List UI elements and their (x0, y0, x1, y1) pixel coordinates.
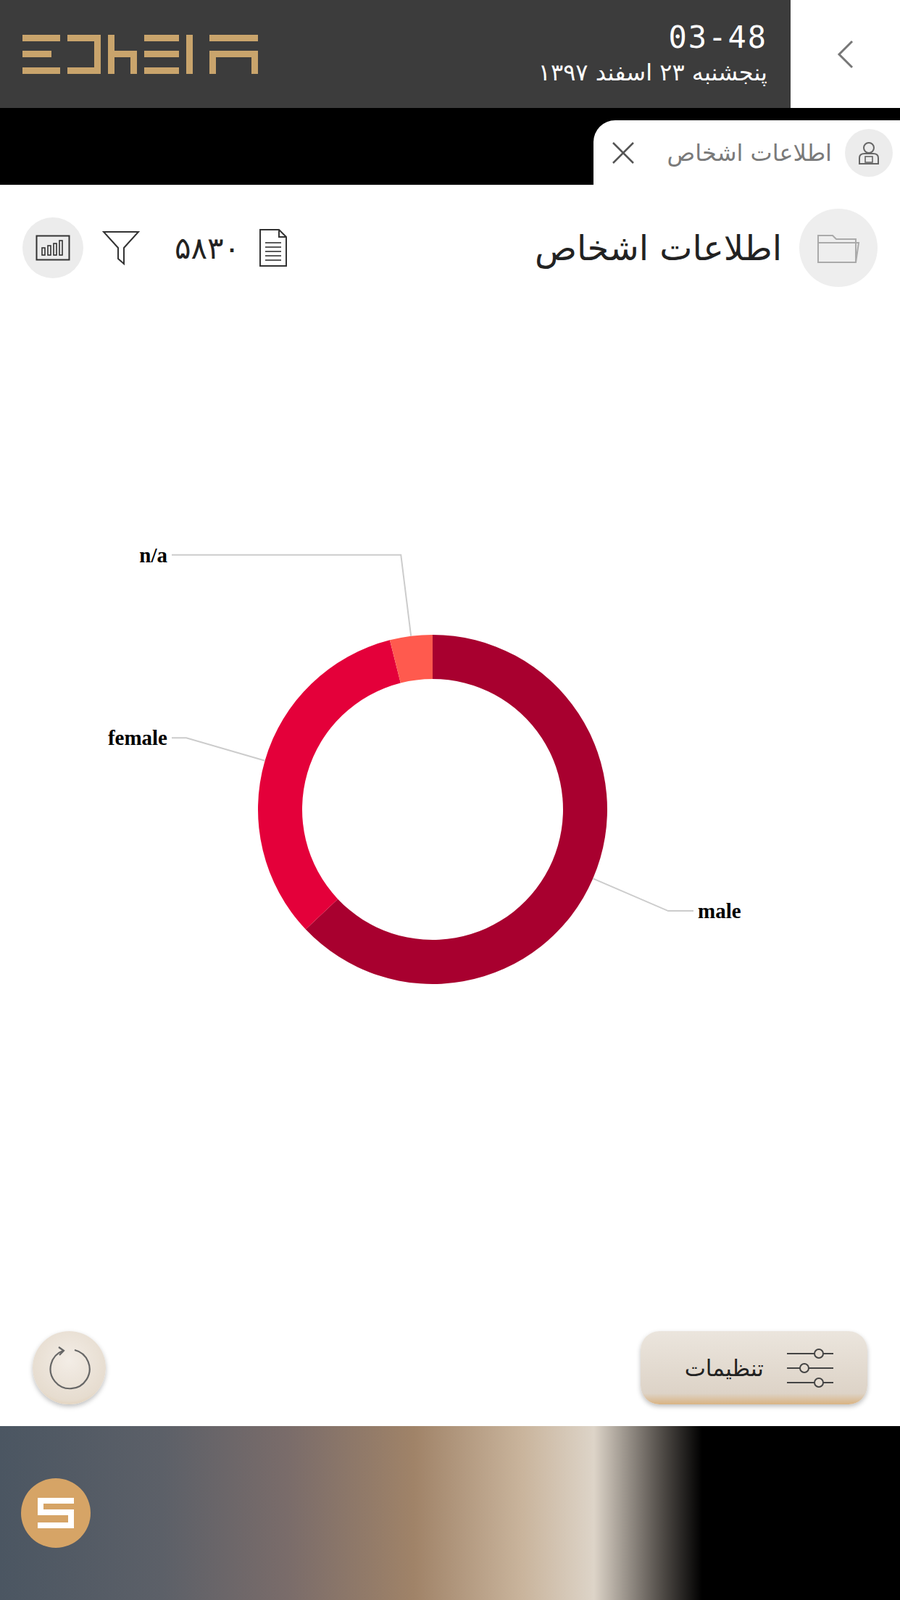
date-text: پنجشنبه ۲۳ اسفند ۱۳۹۷ (538, 58, 768, 87)
settings-button[interactable]: تنظیمات (640, 1331, 868, 1405)
top-bar: 03-48 پنجشنبه ۲۳ اسفند ۱۳۹۷ (0, 0, 900, 108)
filter-icon[interactable] (102, 229, 140, 266)
person-icon (844, 128, 893, 177)
time-text: 03-48 (668, 21, 768, 55)
home-button[interactable] (21, 1478, 91, 1548)
close-icon[interactable] (610, 140, 636, 166)
back-button[interactable] (790, 0, 900, 108)
settings-label: تنظیمات (684, 1355, 764, 1382)
title-group: اطلاعات اشخاص (534, 208, 878, 287)
folder-icon (799, 208, 878, 287)
background-photo (0, 1426, 900, 1600)
record-count: ۵۸۳۰ (174, 230, 240, 266)
bar-chart-icon (35, 234, 71, 261)
chart-type-button[interactable] (22, 217, 84, 279)
action-bar: تنظیمات (0, 1318, 900, 1427)
refresh-button[interactable] (32, 1331, 106, 1405)
slice-label: n/a (139, 543, 168, 567)
tab-label: اطلاعات اشخاص (648, 139, 832, 167)
donut-slice[interactable] (257, 639, 401, 929)
page-title: اطلاعات اشخاص (534, 227, 782, 269)
chart-panel: male female n/a (0, 285, 900, 1319)
brand-mark-icon (36, 1496, 76, 1530)
brand-logo-icon (22, 34, 258, 74)
app-screen: 03-48پنجشنبه ۲۳ اسفند ۱۳۹۷اطلاعات اشخاص۵… (0, 0, 900, 1600)
toolbar: ۵۸۳۰ (22, 208, 288, 287)
donut-slice[interactable] (389, 634, 433, 684)
document-icon (258, 228, 288, 268)
leader-line (171, 737, 266, 761)
sliders-icon (785, 1347, 835, 1389)
clock: 03-48 پنجشنبه ۲۳ اسفند ۱۳۹۷ (538, 21, 768, 87)
leader-line (171, 555, 411, 637)
donut-chart: male female n/a (0, 285, 900, 1319)
slice-label: female (107, 726, 168, 750)
header-panel: 03-48 پنجشنبه ۲۳ اسفند ۱۳۹۷ (0, 0, 791, 108)
tab-bar: اطلاعات اشخاص (0, 107, 900, 185)
leader-line (592, 878, 694, 911)
refresh-icon (47, 1345, 93, 1391)
slice-label: male (697, 899, 742, 923)
chevron-left-icon (834, 38, 857, 71)
page-header: ۵۸۳۰ اطلاعات اشخاص (0, 184, 900, 286)
tab[interactable]: اطلاعات اشخاص (593, 120, 900, 185)
